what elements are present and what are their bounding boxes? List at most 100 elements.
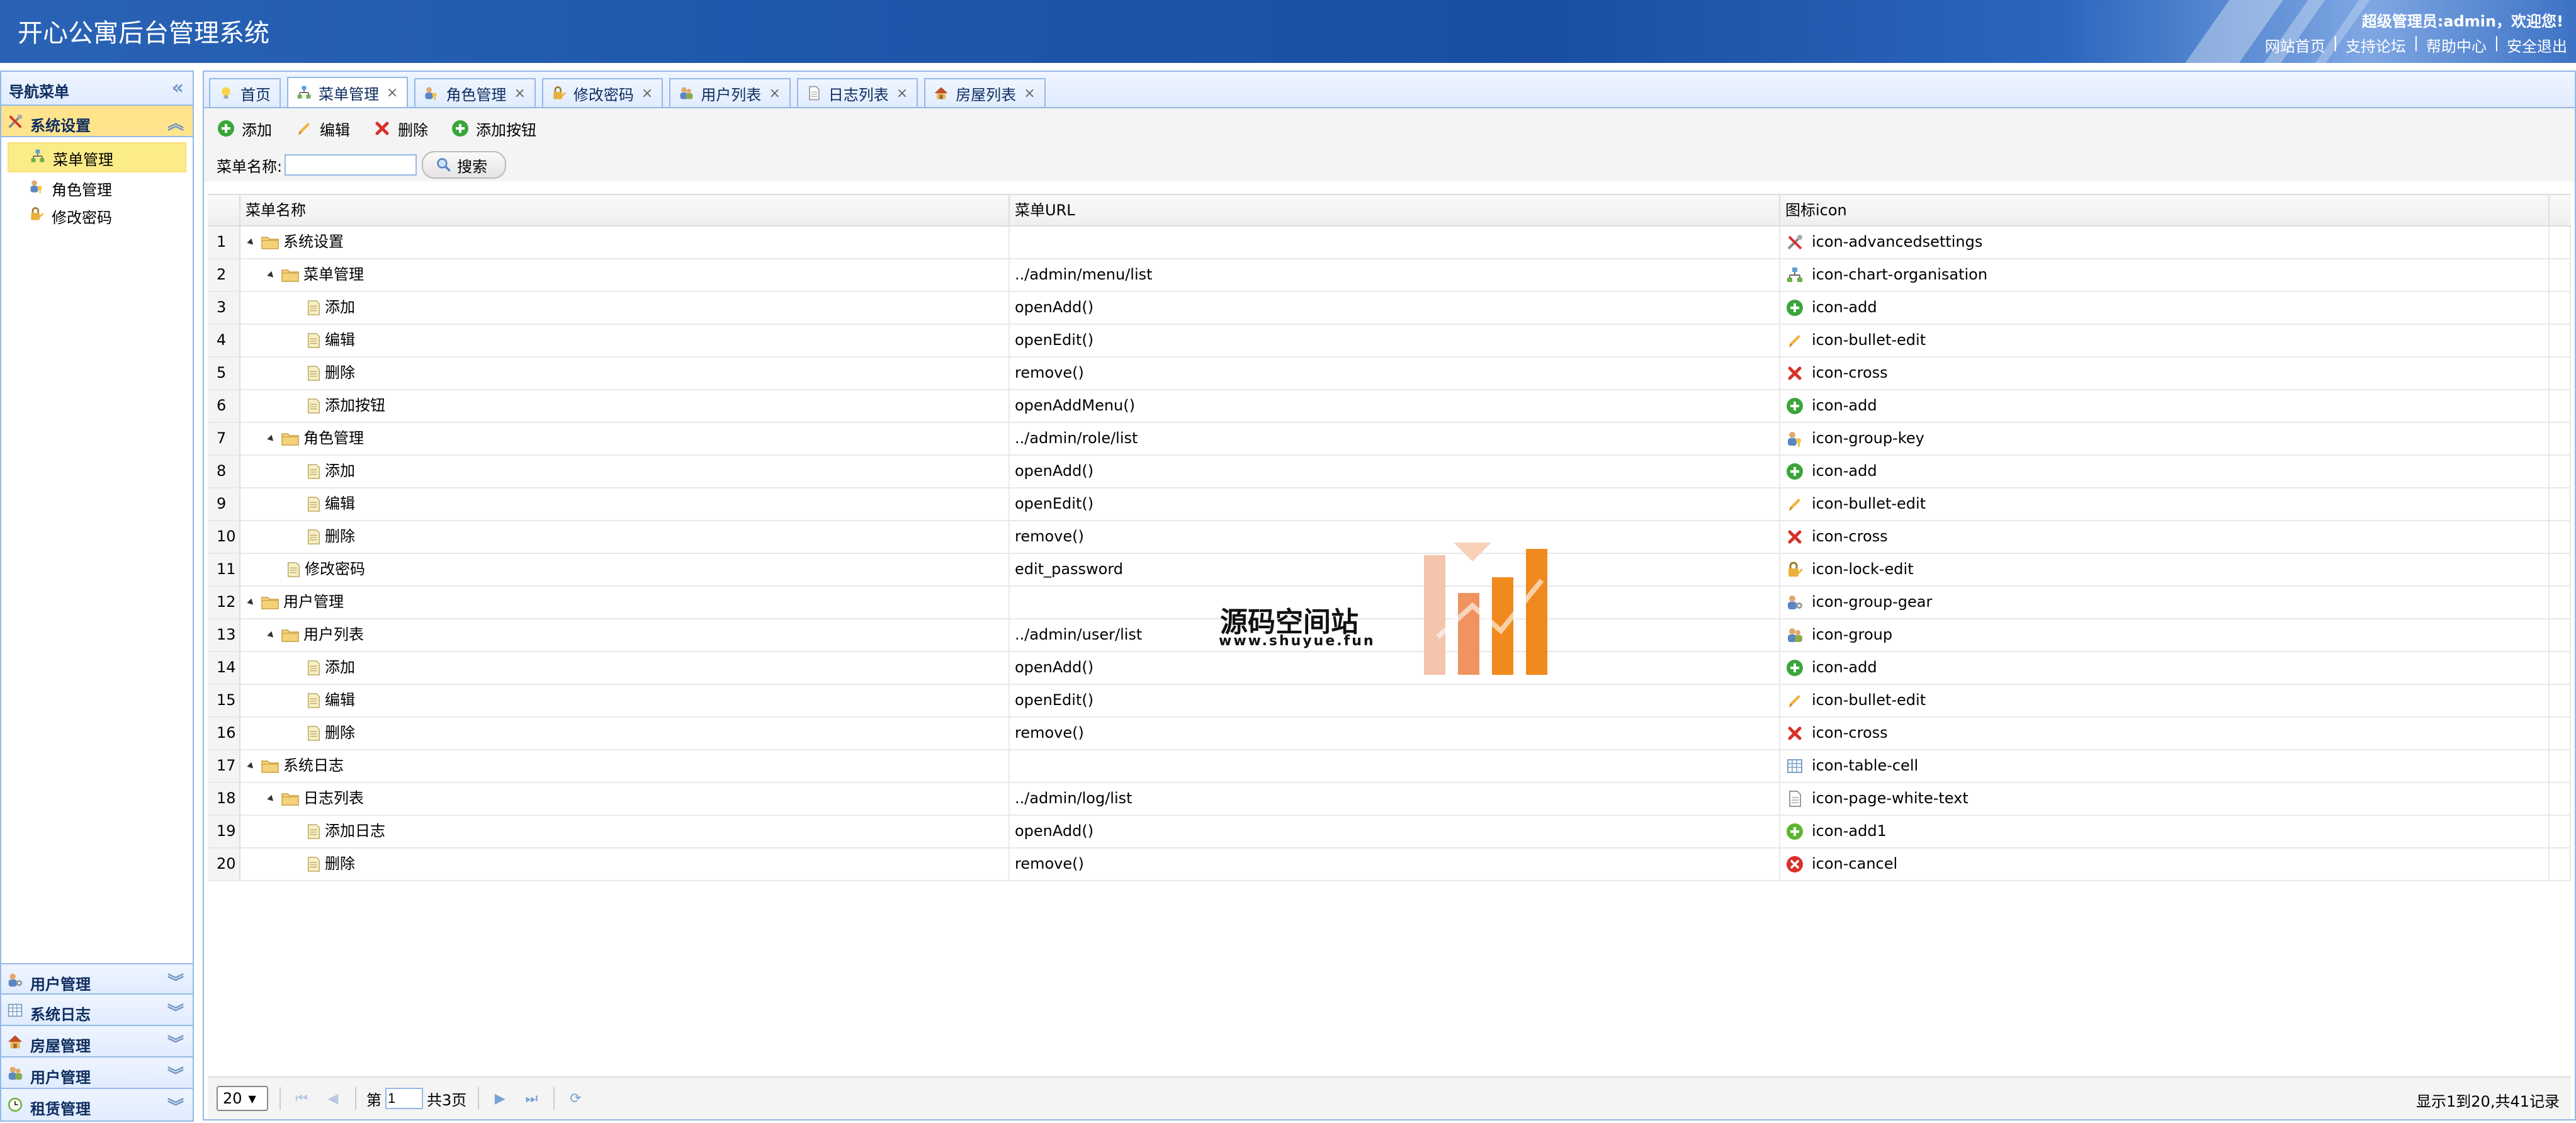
- table-row[interactable]: 6 添加按钮 openAddMenu() icon-add: [208, 390, 2571, 423]
- table-row[interactable]: 17 系统日志 icon-table-cell: [208, 750, 2571, 783]
- menu-icon-cell: icon-add1: [1780, 816, 2550, 847]
- link-separator: |: [2494, 34, 2499, 52]
- link-forum[interactable]: 支持论坛: [2346, 34, 2406, 56]
- sidebar-item-label: 角色管理: [52, 181, 112, 199]
- table-row[interactable]: 1 系统设置 icon-advancedsettings: [208, 227, 2571, 259]
- next-page-icon[interactable]: ▶: [489, 1088, 511, 1109]
- divider: [280, 1087, 281, 1110]
- file-icon: [306, 300, 321, 316]
- row-filler: [2550, 227, 2571, 258]
- expand-arrow-icon[interactable]: [247, 238, 256, 247]
- table-row[interactable]: 3 添加 openAdd() icon-add: [208, 292, 2571, 325]
- close-icon[interactable]: ×: [514, 86, 525, 101]
- chevron-down-icon[interactable]: ︾: [167, 969, 184, 993]
- table-row[interactable]: 2 菜单管理 ../admin/menu/list icon-chart-organi…: [208, 259, 2571, 292]
- app-title: 开心公寓后台管理系统: [18, 19, 269, 48]
- nav-group-system-log[interactable]: 系统日志 ︾: [1, 995, 193, 1026]
- page-number-input[interactable]: [385, 1088, 423, 1109]
- table-row[interactable]: 12 用户管理 icon-group-gear: [208, 587, 2571, 619]
- close-icon[interactable]: ×: [1024, 86, 1035, 101]
- add-icon: [451, 119, 470, 138]
- pencil-icon: [295, 119, 314, 138]
- clock-icon: [6, 1096, 24, 1114]
- nav-title: 导航菜单: [9, 83, 69, 101]
- tab-home[interactable]: 首页: [209, 78, 281, 107]
- close-icon[interactable]: ×: [769, 86, 780, 101]
- menu-url-cell: ../admin/user/list: [1010, 619, 1780, 651]
- sidebar-item-menu-management[interactable]: 菜单管理: [8, 142, 186, 172]
- table-row[interactable]: 11 修改密码 edit_password icon-lock-edit: [208, 554, 2571, 587]
- sidebar-item-change-password[interactable]: 修改密码: [1, 200, 193, 228]
- group-key-icon: [28, 178, 45, 195]
- chevron-down-icon[interactable]: ︾: [167, 1094, 184, 1117]
- pencil-icon: [1785, 495, 1804, 514]
- last-page-icon[interactable]: ⏭: [521, 1088, 542, 1109]
- double-chevron-left-icon[interactable]: «: [172, 77, 184, 99]
- tools-icon: [1785, 233, 1804, 252]
- delete-button[interactable]: 删除: [373, 118, 428, 140]
- table-row[interactable]: 19 添加日志 openAdd() icon-add1: [208, 816, 2571, 849]
- add-button[interactable]: 添加: [217, 118, 272, 140]
- row-filler: [2550, 292, 2571, 324]
- nav-group-house-management[interactable]: 房屋管理 ︾: [1, 1026, 193, 1058]
- table-row[interactable]: 14 添加 openAdd() icon-add: [208, 652, 2571, 685]
- chevron-up-icon[interactable]: ︽: [167, 111, 184, 134]
- table-row[interactable]: 20 删除 remove() icon-cancel: [208, 849, 2571, 881]
- tab-house-list[interactable]: 房屋列表 ×: [924, 78, 1046, 107]
- menu-url-cell: openAdd(): [1010, 652, 1780, 684]
- expand-arrow-icon[interactable]: [247, 598, 256, 607]
- tab-user-list[interactable]: 用户列表 ×: [669, 78, 791, 107]
- table-row[interactable]: 5 删除 remove() icon-cross: [208, 358, 2571, 390]
- edit-button[interactable]: 编辑: [295, 118, 350, 140]
- table-row[interactable]: 9 编辑 openEdit() icon-bullet-edit: [208, 488, 2571, 521]
- expand-arrow-icon[interactable]: [267, 631, 276, 640]
- row-number: 8: [208, 456, 240, 487]
- close-icon[interactable]: ×: [641, 86, 653, 101]
- expand-arrow-icon[interactable]: [267, 434, 276, 443]
- table-row[interactable]: 16 删除 remove() icon-cross: [208, 718, 2571, 750]
- column-header-url[interactable]: 菜单URL: [1010, 195, 1780, 225]
- nav-group-lease-management[interactable]: 租赁管理 ︾: [1, 1089, 193, 1120]
- chevron-down-icon[interactable]: ︾: [167, 1031, 184, 1054]
- expand-arrow-icon[interactable]: [267, 794, 276, 803]
- table-row[interactable]: 8 添加 openAdd() icon-add: [208, 456, 2571, 488]
- tab-menu-management[interactable]: 菜单管理 ×: [287, 77, 409, 107]
- close-icon[interactable]: ×: [387, 85, 398, 101]
- chevron-down-icon[interactable]: ︾: [167, 1063, 184, 1086]
- link-help[interactable]: 帮助中心: [2426, 34, 2487, 56]
- table-row[interactable]: 13 用户列表 ../admin/user/list icon-group: [208, 619, 2571, 652]
- menu-icon-cell: icon-table-cell: [1780, 750, 2550, 782]
- menu-name-cell: 系统设置: [240, 227, 1010, 258]
- expand-arrow-icon[interactable]: [247, 762, 256, 770]
- tab-log-list[interactable]: 日志列表 ×: [796, 78, 918, 107]
- sidebar-item-role-management[interactable]: 角色管理: [1, 172, 193, 200]
- nav-group-user-management[interactable]: 用户管理 ︾: [1, 963, 193, 995]
- table-row[interactable]: 18 日志列表 ../admin/log/list icon-page-white-t…: [208, 783, 2571, 816]
- add-button-button[interactable]: 添加按钮: [451, 118, 536, 140]
- column-header-name[interactable]: 菜单名称: [240, 195, 1010, 225]
- table-row[interactable]: 7 角色管理 ../admin/role/list icon-group-key: [208, 423, 2571, 456]
- first-page-icon[interactable]: ⏮: [291, 1088, 312, 1109]
- table-row[interactable]: 4 编辑 openEdit() icon-bullet-edit: [208, 325, 2571, 358]
- table-row[interactable]: 15 编辑 openEdit() icon-bullet-edit: [208, 685, 2571, 718]
- search-button[interactable]: 搜索: [422, 151, 507, 179]
- file-icon: [306, 725, 321, 742]
- link-home[interactable]: 网站首页: [2265, 34, 2325, 56]
- close-icon[interactable]: ×: [896, 86, 908, 101]
- menu-name: 角色管理: [303, 429, 364, 447]
- nav-group-user-management-2[interactable]: 用户管理 ︾: [1, 1058, 193, 1089]
- nav-group-system-settings[interactable]: 系统设置 ︽: [1, 106, 193, 137]
- menu-name-cell: 删除: [240, 521, 1010, 553]
- row-filler: [2550, 423, 2571, 454]
- table-row[interactable]: 10 删除 remove() icon-cross: [208, 521, 2571, 554]
- prev-page-icon[interactable]: ◀: [322, 1088, 344, 1109]
- tab-role-management[interactable]: 角色管理 ×: [414, 78, 536, 107]
- tab-change-password[interactable]: 修改密码 ×: [541, 78, 664, 107]
- search-input[interactable]: [285, 154, 417, 176]
- expand-arrow-icon[interactable]: [267, 271, 276, 279]
- link-logout[interactable]: 安全退出: [2507, 34, 2567, 56]
- column-header-icon[interactable]: 图标icon: [1780, 195, 2550, 225]
- page-size-select[interactable]: 20 ▼: [217, 1086, 268, 1111]
- refresh-icon[interactable]: ⟳: [565, 1088, 586, 1109]
- chevron-down-icon[interactable]: ︾: [167, 1000, 184, 1023]
